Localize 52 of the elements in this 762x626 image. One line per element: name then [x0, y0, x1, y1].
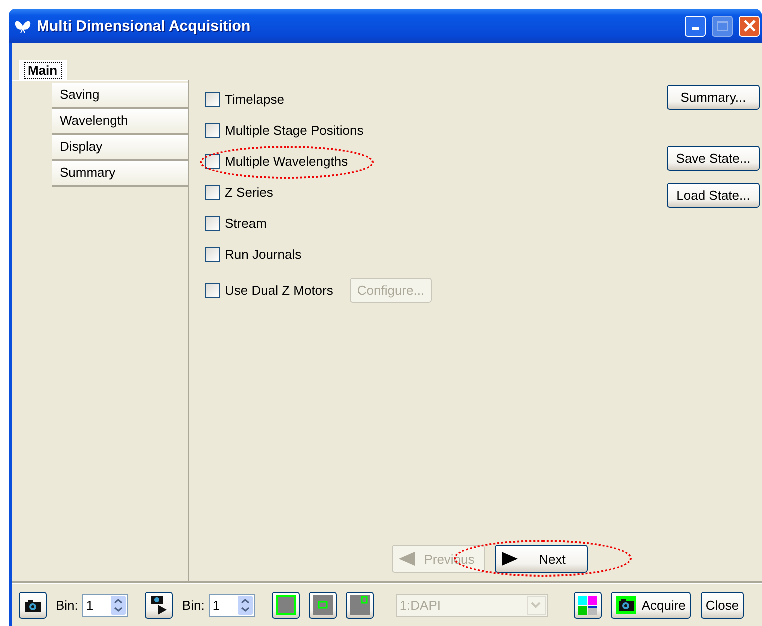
- checkbox[interactable]: [205, 92, 220, 107]
- play-icon: [502, 552, 518, 566]
- checkbox-label: Multiple Stage Positions: [225, 123, 364, 138]
- butterfly-icon: [15, 18, 31, 34]
- sub-tab[interactable]: Display: [52, 135, 188, 161]
- bin-label: Bin:: [182, 598, 205, 612]
- region-button[interactable]: [308, 592, 337, 618]
- checkbox-label: Timelapse: [225, 92, 284, 107]
- close-dialog-button[interactable]: Close: [700, 592, 744, 618]
- minimize-button[interactable]: [685, 16, 706, 36]
- bin-label: Bin:: [56, 598, 78, 612]
- region-icon: [312, 595, 333, 615]
- color-grid-button[interactable]: [574, 592, 602, 618]
- checkbox[interactable]: [205, 123, 220, 138]
- close-icon: [744, 20, 756, 32]
- sub-tab[interactable]: Wavelength: [52, 109, 188, 135]
- bin-spin-field[interactable]: 1: [82, 594, 128, 616]
- next-button[interactable]: Next: [495, 545, 588, 573]
- main-tab[interactable]: Main: [19, 60, 67, 80]
- region-icon: [350, 595, 370, 615]
- checkbox-label: Multiple Wavelengths: [225, 154, 348, 169]
- checkbox[interactable]: [205, 154, 220, 169]
- chevron-down-icon: [531, 602, 542, 608]
- window-title: Multi Dimensional Acquisition: [37, 18, 252, 34]
- maximize-button[interactable]: [712, 16, 733, 36]
- camera-button[interactable]: [145, 592, 174, 618]
- left-triangle-icon: [399, 552, 415, 566]
- sub-tab[interactable]: Summary: [52, 161, 188, 187]
- side-button[interactable]: Save State...: [667, 146, 760, 171]
- camera-play-icon: [150, 594, 168, 616]
- bin-spin-field[interactable]: 1: [208, 594, 255, 616]
- region-icon: [276, 595, 296, 615]
- checkbox[interactable]: [205, 216, 220, 231]
- region-button[interactable]: [272, 592, 300, 618]
- region-button[interactable]: [346, 592, 374, 618]
- close-button[interactable]: [739, 16, 760, 36]
- checkbox[interactable]: [205, 282, 220, 298]
- checkbox-label: Stream: [225, 216, 267, 231]
- side-button[interactable]: Load State...: [667, 183, 760, 208]
- acquire-button[interactable]: Acquire: [610, 592, 691, 618]
- checkbox-label: Run Journals: [225, 247, 302, 262]
- camera-icon: [24, 598, 42, 612]
- maximize-icon: [717, 21, 728, 31]
- checkbox[interactable]: [205, 247, 220, 262]
- camera-icon: [616, 596, 636, 614]
- checkbox-label: Z Series: [225, 185, 274, 200]
- color-grid-icon: [578, 596, 598, 614]
- checkbox-label: Use Dual Z Motors: [225, 282, 334, 298]
- side-button[interactable]: Summary...: [667, 85, 760, 110]
- camera-button[interactable]: [19, 592, 47, 618]
- checkbox[interactable]: [205, 185, 220, 200]
- sub-tab[interactable]: Saving: [52, 83, 188, 109]
